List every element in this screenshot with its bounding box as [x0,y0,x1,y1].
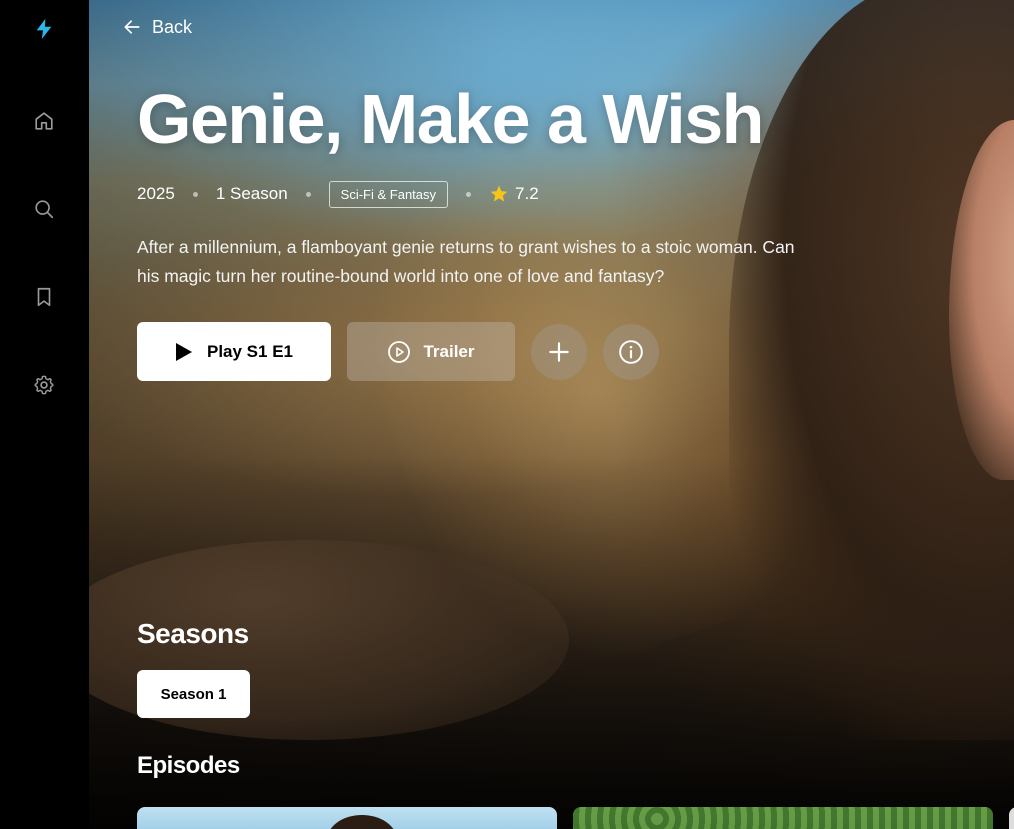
season-tab-1[interactable]: Season 1 [137,670,250,718]
info-button[interactable] [603,324,659,380]
separator-dot [466,191,472,197]
separator-dot [305,191,311,197]
rating: 7.2 [489,184,539,204]
release-year: 2025 [137,184,175,203]
play-icon [175,342,192,361]
play-button-label: Play S1 E1 [206,341,293,361]
episodes-heading: Episodes [137,752,240,779]
play-button[interactable]: Play S1 E1 [137,322,331,381]
separator-dot [192,191,198,197]
sidebar [0,0,89,829]
bookmark-icon [37,287,51,307]
episode-thumbnail-foliage [573,807,993,829]
back-button[interactable]: Back [122,14,192,40]
sidebar-item-watchlist[interactable] [29,282,59,312]
genre-badge: Sci-Fi & Fantasy [328,180,449,208]
page-title: Genie, Make a Wish [137,80,764,158]
seasons-heading: Seasons [137,618,249,649]
seasons-count: 1 Season [215,184,288,203]
arrow-left-icon [124,20,140,34]
back-label: Back [152,16,193,37]
meta-row: 2025 1 Season Sci-Fi & Fantasy 7.2 [137,180,539,208]
info-icon [619,340,643,364]
gear-icon [34,375,54,395]
lightning-bolt-icon[interactable] [29,14,59,44]
trailer-button-label: Trailer [423,341,475,361]
show-description: After a millennium, a flamboyant genie r… [137,237,795,286]
home-icon [35,112,53,130]
episode-thumbnail[interactable] [573,807,993,829]
sidebar-item-settings[interactable] [29,370,59,400]
episode-thumbnail[interactable] [137,807,557,829]
episode-thumbnail[interactable] [1009,807,1014,829]
episode-thumbnail-figure [327,815,397,829]
sidebar-item-home[interactable] [29,106,59,136]
sidebar-item-search[interactable] [29,194,59,224]
add-to-list-button[interactable] [531,324,587,380]
plus-icon [549,342,569,362]
play-circle-icon [388,340,411,363]
search-icon [35,200,54,219]
rating-value: 7.2 [515,184,539,203]
trailer-button[interactable]: Trailer [347,322,515,381]
star-icon [490,185,508,202]
